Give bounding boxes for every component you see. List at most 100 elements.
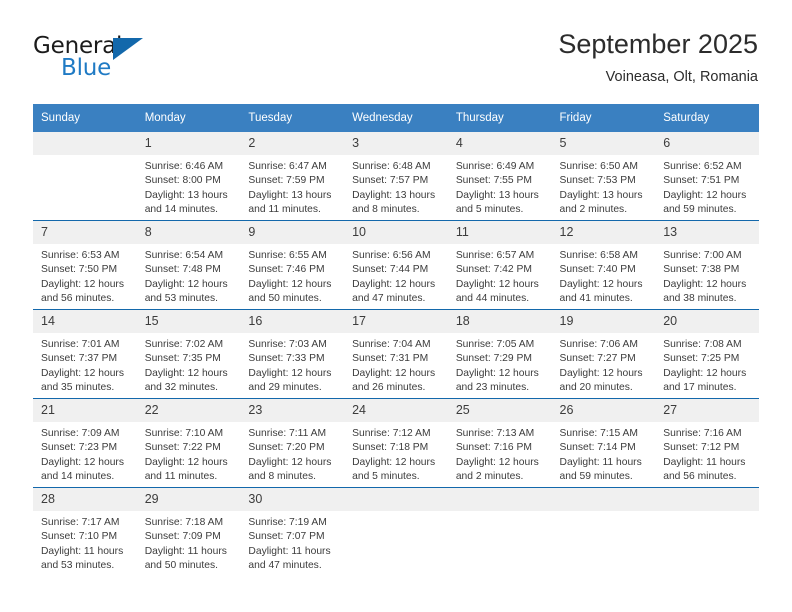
calendar-day-cell-empty — [344, 487, 448, 576]
weekday-header-wednesday: Wednesday — [344, 104, 448, 132]
calendar-day-cell[interactable]: 6 Sunrise: 6:52 AM Sunset: 7:51 PM Daylight… — [655, 132, 759, 221]
daylight-duration-line2: and 53 minutes. — [41, 559, 115, 571]
sunset-time: Sunset: 7:12 PM — [663, 442, 740, 454]
calendar-day-cell[interactable]: 4 Sunrise: 6:49 AM Sunset: 7:55 PM Daylight… — [447, 132, 552, 221]
sunset-time: Sunset: 7:55 PM — [455, 175, 532, 187]
daylight-duration-line1: Daylight: 12 hours — [352, 367, 436, 379]
calendar-day-cell[interactable]: 16 Sunrise: 7:03 AM Sunset: 7:33 PM Dayligh… — [240, 309, 345, 399]
calendar-day-cell[interactable]: 7 Sunrise: 6:53 AM Sunset: 7:50 PM Daylight… — [33, 220, 137, 310]
day-number: 27 — [655, 399, 759, 422]
calendar-day-cell[interactable]: 12 Sunrise: 6:58 AM Sunset: 7:40 PM Dayligh… — [551, 220, 656, 310]
day-number: 25 — [447, 399, 552, 422]
day-details: Sunrise: 7:16 AM Sunset: 7:12 PM Daylight:… — [655, 422, 759, 484]
sunset-time: Sunset: 7:44 PM — [352, 264, 429, 276]
sunset-time: Sunset: 7:59 PM — [248, 175, 325, 187]
calendar-day-cell[interactable]: 3 Sunrise: 6:48 AM Sunset: 7:57 PM Daylight… — [344, 132, 448, 221]
calendar-day-cell[interactable]: 1 Sunrise: 6:46 AM Sunset: 8:00 PM Daylight… — [136, 132, 241, 221]
day-number: 3 — [344, 132, 448, 155]
calendar-day-cell[interactable]: 29 Sunrise: 7:18 AM Sunset: 7:09 PM Dayligh… — [136, 487, 241, 576]
calendar-day-cell-empty — [447, 487, 552, 576]
sunset-time: Sunset: 8:00 PM — [144, 175, 221, 187]
calendar-day-cell[interactable]: 11 Sunrise: 6:57 AM Sunset: 7:42 PM Dayligh… — [447, 220, 552, 310]
calendar-body: 1 Sunrise: 6:46 AM Sunset: 8:00 PM Daylight… — [33, 132, 759, 576]
day-number: 26 — [551, 399, 656, 422]
calendar-day-cell[interactable]: 26 Sunrise: 7:15 AM Sunset: 7:14 PM Dayligh… — [551, 398, 656, 488]
sunrise-time: Sunrise: 6:58 AM — [559, 250, 638, 261]
daylight-duration-line1: Daylight: 12 hours — [144, 367, 228, 379]
calendar-day-cell[interactable]: 30 Sunrise: 7:19 AM Sunset: 7:07 PM Dayligh… — [240, 487, 345, 576]
daylight-duration-line2: and 59 minutes. — [663, 203, 737, 215]
day-details: Sunrise: 6:48 AM Sunset: 7:57 PM Daylight:… — [344, 155, 448, 217]
sunset-time: Sunset: 7:31 PM — [352, 353, 429, 365]
calendar-day-cell[interactable]: 8 Sunrise: 6:54 AM Sunset: 7:48 PM Daylight… — [136, 220, 241, 310]
weekday-header-thursday: Thursday — [447, 104, 552, 132]
daylight-duration-line2: and 50 minutes. — [248, 292, 322, 304]
day-details: Sunrise: 7:01 AM Sunset: 7:37 PM Daylight:… — [33, 333, 137, 395]
sunrise-time: Sunrise: 7:17 AM — [41, 517, 120, 528]
title-block: September 2025 Voineasa, Olt, Romania — [558, 28, 758, 87]
sunrise-time: Sunrise: 6:57 AM — [455, 250, 535, 261]
calendar-day-cell[interactable]: 13 Sunrise: 7:00 AM Sunset: 7:38 PM Dayligh… — [655, 220, 759, 310]
calendar-day-cell[interactable]: 18 Sunrise: 7:05 AM Sunset: 7:29 PM Dayligh… — [447, 309, 552, 399]
sunrise-time: Sunrise: 7:02 AM — [144, 339, 224, 350]
day-details: Sunrise: 7:02 AM Sunset: 7:35 PM Daylight:… — [137, 333, 241, 395]
page-subtitle-location: Voineasa, Olt, Romania — [605, 69, 758, 85]
daylight-duration-line2: and 56 minutes. — [663, 470, 737, 482]
calendar-day-cell[interactable]: 15 Sunrise: 7:02 AM Sunset: 7:35 PM Dayligh… — [136, 309, 241, 399]
daylight-duration-line1: Daylight: 12 hours — [144, 456, 228, 468]
sunset-time: Sunset: 7:18 PM — [352, 442, 429, 454]
day-number: 10 — [344, 221, 448, 244]
calendar-day-cell[interactable]: 5 Sunrise: 6:50 AM Sunset: 7:53 PM Daylight… — [551, 132, 656, 221]
calendar-day-cell[interactable]: 19 Sunrise: 7:06 AM Sunset: 7:27 PM Dayligh… — [551, 309, 656, 399]
calendar-day-cell[interactable]: 22 Sunrise: 7:10 AM Sunset: 7:22 PM Dayligh… — [136, 398, 241, 488]
day-number: 6 — [655, 132, 759, 155]
sunset-time: Sunset: 7:09 PM — [144, 531, 221, 543]
day-details: Sunrise: 7:08 AM Sunset: 7:25 PM Daylight:… — [655, 333, 759, 395]
day-details: Sunrise: 6:46 AM Sunset: 8:00 PM Daylight:… — [137, 155, 241, 217]
calendar-week-row: 28 Sunrise: 7:17 AM Sunset: 7:10 PM Dayligh… — [33, 487, 759, 576]
day-number — [447, 488, 552, 511]
sunrise-time: Sunrise: 7:09 AM — [41, 428, 120, 439]
calendar-day-cell[interactable]: 21 Sunrise: 7:09 AM Sunset: 7:23 PM Dayligh… — [33, 398, 137, 488]
sunrise-time: Sunrise: 6:47 AM — [248, 161, 327, 172]
calendar-day-cell[interactable]: 24 Sunrise: 7:12 AM Sunset: 7:18 PM Dayligh… — [344, 398, 448, 488]
calendar-day-cell[interactable]: 10 Sunrise: 6:56 AM Sunset: 7:44 PM Dayligh… — [344, 220, 448, 310]
sunrise-time: Sunrise: 6:46 AM — [144, 161, 224, 172]
calendar-day-cell[interactable]: 2 Sunrise: 6:47 AM Sunset: 7:59 PM Daylight… — [240, 132, 345, 221]
sunrise-time: Sunrise: 7:18 AM — [144, 517, 224, 528]
weekday-header-tuesday: Tuesday — [240, 104, 345, 132]
calendar-day-cell[interactable]: 14 Sunrise: 7:01 AM Sunset: 7:37 PM Dayligh… — [33, 309, 137, 399]
calendar-day-cell[interactable]: 25 Sunrise: 7:13 AM Sunset: 7:16 PM Dayligh… — [447, 398, 552, 488]
calendar-day-cell[interactable]: 23 Sunrise: 7:11 AM Sunset: 7:20 PM Dayligh… — [240, 398, 345, 488]
sunset-time: Sunset: 7:38 PM — [663, 264, 740, 276]
daylight-duration-line2: and 38 minutes. — [663, 292, 737, 304]
day-details: Sunrise: 6:53 AM Sunset: 7:50 PM Daylight:… — [33, 244, 137, 306]
day-details: Sunrise: 6:56 AM Sunset: 7:44 PM Daylight:… — [344, 244, 448, 306]
calendar-day-cell-empty — [33, 132, 137, 221]
day-number — [344, 488, 448, 511]
weekday-header-row: Sunday Monday Tuesday Wednesday Thursday… — [33, 104, 759, 132]
day-number: 24 — [344, 399, 448, 422]
daylight-duration-line1: Daylight: 12 hours — [663, 189, 747, 201]
day-number: 13 — [655, 221, 759, 244]
page-header: General Blue September 2025 Voineasa, Ol… — [0, 0, 792, 100]
daylight-duration-line2: and 14 minutes. — [144, 203, 218, 215]
day-number: 28 — [33, 488, 137, 511]
calendar-day-cell[interactable]: 9 Sunrise: 6:55 AM Sunset: 7:46 PM Daylight… — [240, 220, 345, 310]
daylight-duration-line1: Daylight: 12 hours — [455, 456, 539, 468]
day-number: 4 — [447, 132, 552, 155]
daylight-duration-line1: Daylight: 12 hours — [248, 456, 332, 468]
calendar-day-cell[interactable]: 17 Sunrise: 7:04 AM Sunset: 7:31 PM Dayligh… — [344, 309, 448, 399]
calendar-day-cell[interactable]: 20 Sunrise: 7:08 AM Sunset: 7:25 PM Dayligh… — [655, 309, 759, 399]
daylight-duration-line1: Daylight: 12 hours — [559, 278, 643, 290]
calendar-day-cell[interactable]: 28 Sunrise: 7:17 AM Sunset: 7:10 PM Dayligh… — [33, 487, 137, 576]
day-number: 14 — [33, 310, 137, 333]
sunset-time: Sunset: 7:57 PM — [352, 175, 429, 187]
calendar-day-cell[interactable]: 27 Sunrise: 7:16 AM Sunset: 7:12 PM Dayligh… — [655, 398, 759, 488]
daylight-duration-line2: and 2 minutes. — [559, 203, 628, 215]
daylight-duration-line2: and 47 minutes. — [248, 559, 322, 571]
day-details: Sunrise: 7:11 AM Sunset: 7:20 PM Daylight:… — [240, 422, 344, 484]
daylight-duration-line2: and 53 minutes. — [144, 292, 218, 304]
sunrise-time: Sunrise: 7:06 AM — [559, 339, 638, 350]
day-number — [33, 132, 137, 155]
